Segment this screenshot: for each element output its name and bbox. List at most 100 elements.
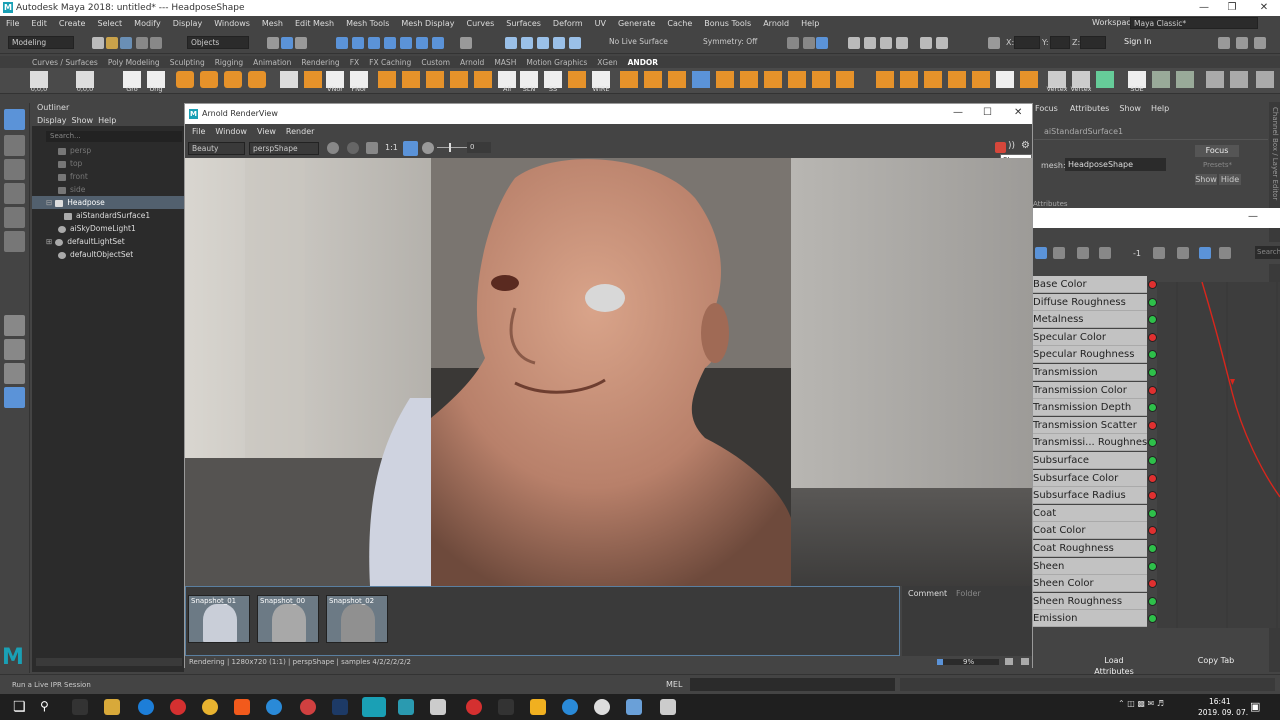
outliner-item[interactable]: front	[32, 170, 184, 183]
save-scene-icon[interactable]	[120, 37, 132, 49]
attribute-row[interactable]: Coat Color	[1033, 522, 1147, 540]
alpha-channel-icon[interactable]	[347, 142, 359, 154]
mel-label[interactable]: MEL	[666, 680, 682, 689]
shelf-tab-rendering[interactable]: Rendering	[301, 58, 339, 67]
menu-modify[interactable]: Modify	[134, 19, 161, 28]
panel-toggle-icon[interactable]	[1218, 37, 1230, 49]
input-output-icon[interactable]	[803, 37, 815, 49]
shelf-tab-andor[interactable]: ANDOR	[628, 58, 658, 67]
lasso-tool-icon[interactable]	[4, 135, 25, 156]
render-globals-icon[interactable]	[896, 37, 908, 49]
menu-file[interactable]: File	[6, 19, 19, 28]
shelf-tab-curves[interactable]: Curves / Surfaces	[32, 58, 98, 67]
attribute-row[interactable]: Specular Roughness	[1033, 346, 1147, 364]
extrude-icon[interactable]	[402, 71, 420, 88]
shelf-tab-motion-graphics[interactable]: Motion Graphics	[526, 58, 587, 67]
mask-surfaces-icon[interactable]	[384, 37, 396, 49]
outliner-scrollbar[interactable]	[36, 658, 182, 666]
attribute-row[interactable]: Transmission Color	[1033, 381, 1147, 399]
app-icon-5[interactable]	[562, 699, 578, 715]
clear-icon[interactable]	[1021, 658, 1029, 665]
app-icon-2[interactable]	[466, 699, 482, 715]
snap-grid-icon[interactable]	[505, 37, 517, 49]
menu-mesh[interactable]: Mesh	[262, 19, 283, 28]
outliner-menu-help[interactable]: Help	[98, 116, 116, 125]
live-surface-label[interactable]: No Live Surface	[606, 36, 682, 49]
rv-menu-render[interactable]: Render	[286, 127, 314, 136]
layout-outliner-icon[interactable]	[4, 387, 25, 408]
redo-icon[interactable]	[150, 37, 162, 49]
attribute-row[interactable]: Sheen	[1033, 557, 1147, 575]
bridge-icon[interactable]	[426, 71, 444, 88]
attribute-row[interactable]: Coat	[1033, 504, 1147, 522]
lock-icon[interactable]	[460, 37, 472, 49]
app-icon-6[interactable]	[594, 699, 610, 715]
outliner-item-selected[interactable]: ⊟ Headpose	[32, 196, 184, 209]
shelf-tab-xgen[interactable]: XGen	[597, 58, 617, 67]
ratio-button[interactable]: 1:1	[385, 143, 398, 152]
uv-layout-icon[interactable]	[1096, 71, 1114, 88]
load-attributes-button[interactable]: Load Attributes	[1085, 655, 1143, 676]
bevel-icon[interactable]	[378, 71, 396, 88]
ipr-icon[interactable]: ))	[1008, 141, 1015, 151]
attribute-row[interactable]: Emission	[1033, 610, 1147, 628]
layout-two-icon[interactable]	[4, 363, 25, 384]
graph-minimize-button[interactable]: —	[1248, 211, 1258, 222]
construction-history-icon[interactable]	[787, 37, 799, 49]
mask-joints-icon[interactable]	[352, 37, 364, 49]
mirror-icon[interactable]	[620, 71, 638, 88]
attribute-row[interactable]: Transmission	[1033, 364, 1147, 381]
attribute-row[interactable]: Metalness	[1033, 311, 1147, 329]
chrome-icon[interactable]	[202, 699, 218, 715]
channel-box-toggle-icon[interactable]	[1236, 37, 1248, 49]
menu-mesh-tools[interactable]: Mesh Tools	[346, 19, 389, 28]
shelf-tab-sculpting[interactable]: Sculpting	[170, 58, 205, 67]
shelf-tab-rigging[interactable]: Rigging	[215, 58, 243, 67]
shelf-tab-fx[interactable]: FX	[350, 58, 359, 67]
outliner-item[interactable]: aiStandardSurface1	[32, 209, 184, 222]
snapshot-thumbnail[interactable]: Snapshot_00	[257, 595, 319, 643]
cube-edge-icon[interactable]	[304, 71, 322, 88]
y-field[interactable]	[1050, 36, 1070, 49]
poly-pipe-icon[interactable]	[836, 71, 854, 88]
graph-buffer-icon[interactable]	[1199, 247, 1211, 259]
attribute-row[interactable]: Subsurface	[1033, 452, 1147, 469]
attribute-row[interactable]: Specular Color	[1033, 328, 1147, 346]
rgb-channel-icon[interactable]	[327, 142, 339, 154]
select-mask-icon[interactable]	[336, 37, 348, 49]
sign-in-button[interactable]: Sign In	[1124, 37, 1151, 46]
poly-torus-icon[interactable]	[812, 71, 830, 88]
rv-menu-file[interactable]: File	[192, 127, 205, 136]
menu-edit[interactable]: Edit	[31, 19, 47, 28]
graph-search-input[interactable]: Search	[1255, 246, 1280, 259]
grid-icon-1[interactable]	[1152, 71, 1170, 88]
maya-taskbar-icon[interactable]	[362, 697, 386, 717]
open-scene-icon[interactable]	[106, 37, 118, 49]
attr-menu-help[interactable]: Help	[1151, 104, 1169, 113]
outliner-item[interactable]: ⊞ defaultLightSet	[32, 235, 184, 248]
minimize-button[interactable]: —	[1190, 0, 1218, 16]
attribute-row[interactable]: Transmission Scatter	[1033, 416, 1147, 434]
layout-four-icon[interactable]	[4, 339, 25, 360]
attribute-row[interactable]: Base Color	[1033, 276, 1147, 293]
orange-cube-icon-3[interactable]	[224, 71, 242, 88]
outliner-menu-show[interactable]: Show	[72, 116, 94, 125]
render-settings-icon[interactable]	[816, 37, 828, 49]
attribute-connection-dot[interactable]	[1148, 561, 1157, 571]
photoshop-icon[interactable]	[332, 699, 348, 715]
clock-time[interactable]: 16:41	[1209, 697, 1231, 706]
menu-display[interactable]: Display	[173, 19, 203, 28]
graph-break-icon[interactable]	[1153, 247, 1165, 259]
attribute-connection-dot[interactable]	[1148, 544, 1157, 553]
workspace-select[interactable]: Maya Classic*	[1130, 17, 1258, 29]
exposure-icon[interactable]	[422, 142, 434, 154]
mask-deform-icon[interactable]	[400, 37, 412, 49]
uv-icon[interactable]	[692, 71, 710, 88]
exposure-handle[interactable]	[449, 143, 451, 152]
render-frame-icon[interactable]	[864, 37, 876, 49]
lut-icon[interactable]	[366, 142, 378, 154]
graph-key-icon[interactable]	[1077, 247, 1089, 259]
arnold-render-icon[interactable]	[936, 37, 948, 49]
node-tab[interactable]: aiStandardSurface1	[1044, 127, 1123, 136]
menu-create[interactable]: Create	[59, 19, 86, 28]
